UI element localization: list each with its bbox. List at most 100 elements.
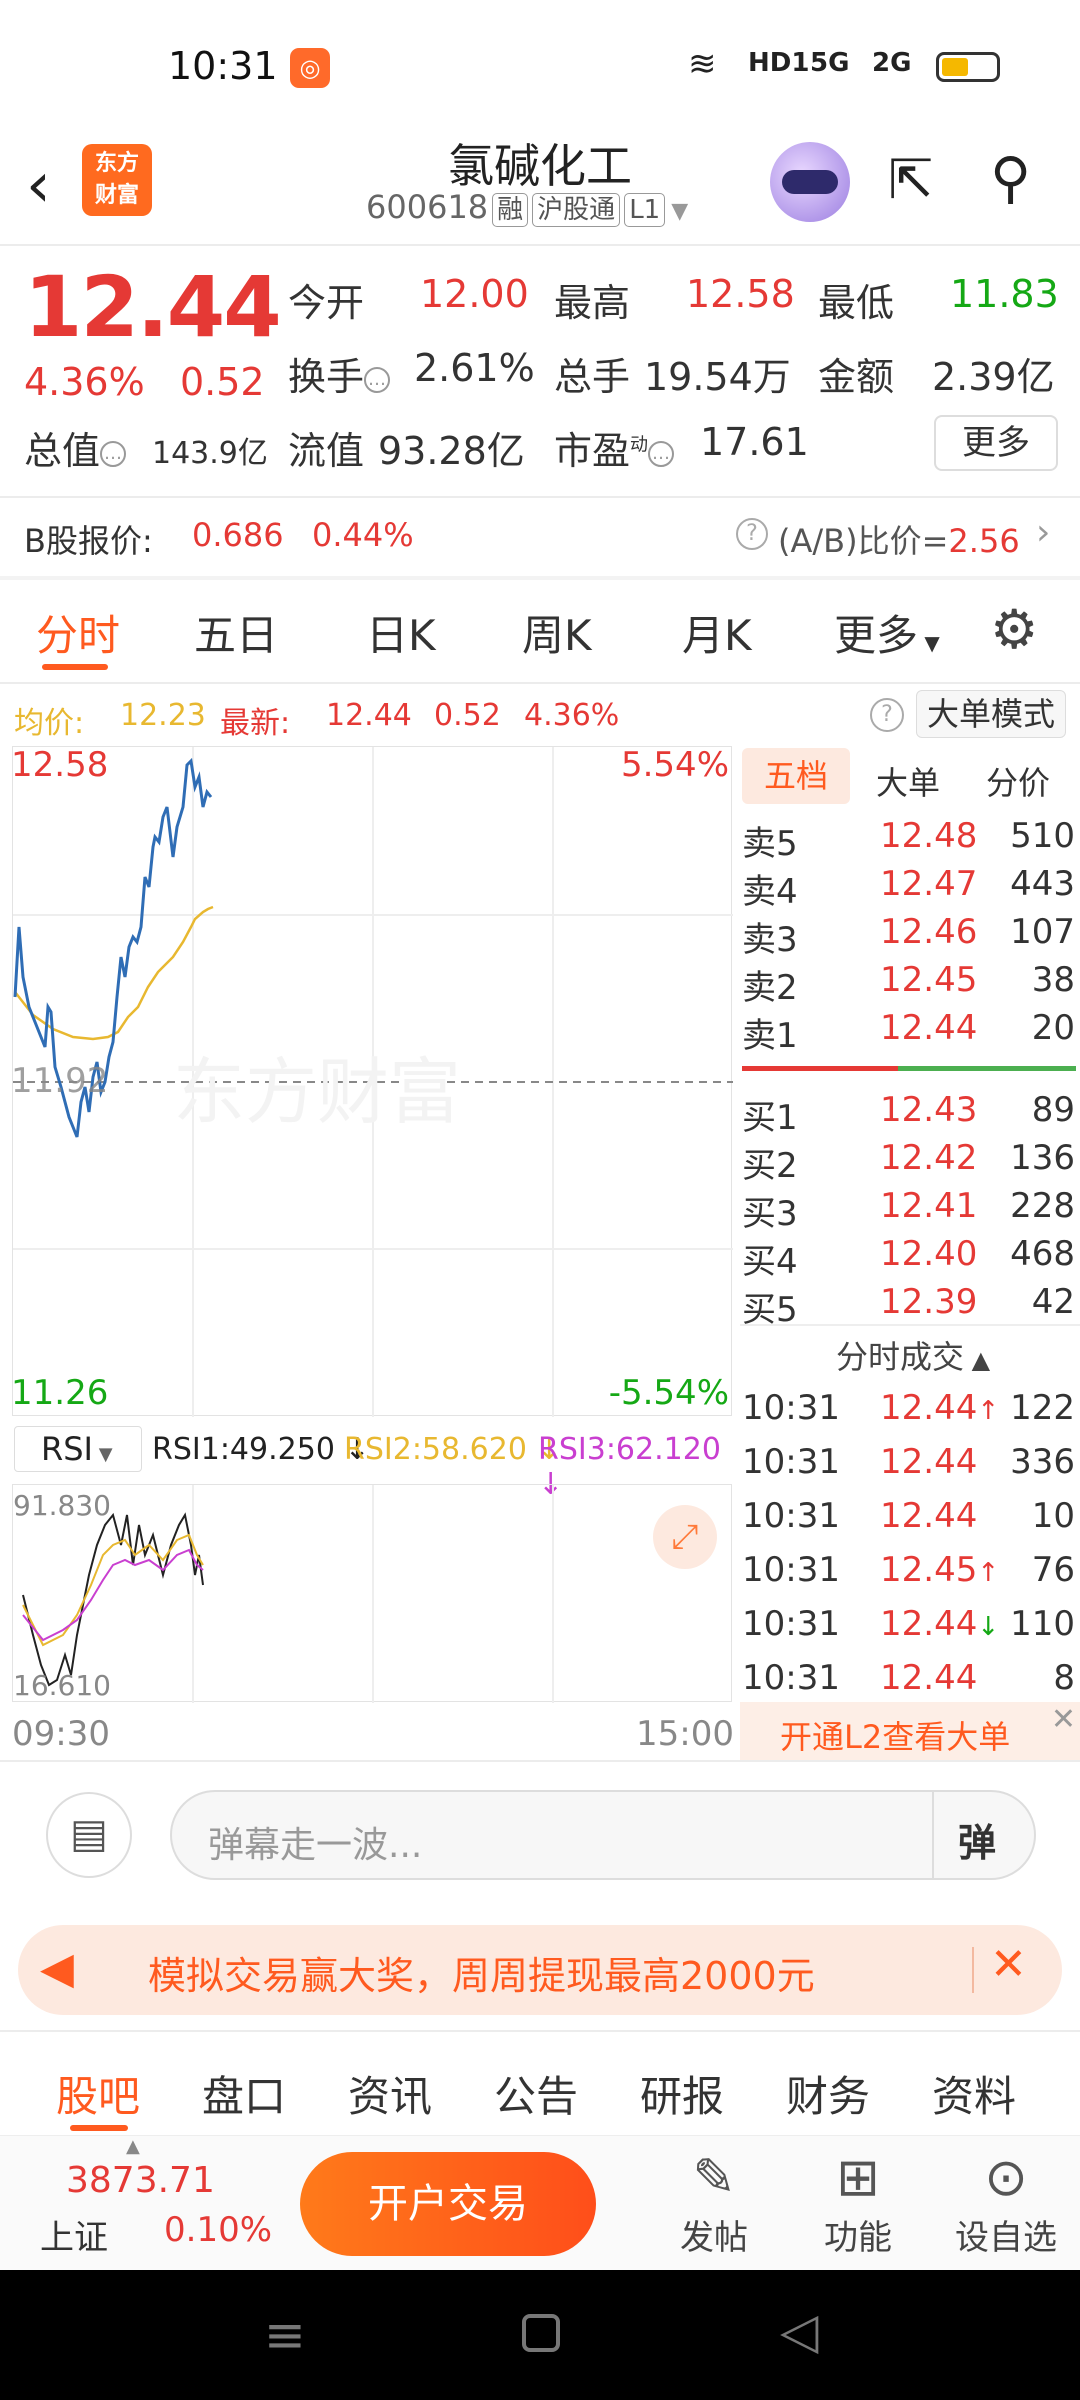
info-icon[interactable]: …: [364, 366, 391, 393]
rsi-chart[interactable]: 91.830 16.610 ⤢: [12, 1484, 732, 1703]
book-tab-five-levels[interactable]: 五档: [742, 748, 850, 804]
promo-banner-text: 模拟交易赢大奖，周周提现最高2000元: [148, 1954, 815, 1998]
question-icon[interactable]: ?: [870, 698, 904, 732]
bottom-action-bar: ▲ 3873.71 上证 0.10% 开户交易 ✎ 发帖 ⊞ 功能 ⊙ 设自选: [0, 2135, 1080, 2270]
more-button[interactable]: 更多: [934, 415, 1058, 471]
rsi-bar: RSI ▼ RSI1:49.250 ↓ RSI2:58.620 ↓ RSI3:6…: [12, 1420, 732, 1502]
index-pct: 0.10%: [164, 2210, 273, 2250]
eastmoney-logo[interactable]: 东方 财富: [82, 144, 152, 216]
rsi1-value: RSI1:49.250 ↓: [152, 1432, 370, 1467]
big-order-mode-button[interactable]: 大单模式: [916, 690, 1066, 738]
home-icon[interactable]: [522, 2314, 560, 2352]
bid-row: 买1 12.43 89: [742, 1090, 1075, 1138]
settings-gear-icon[interactable]: ⚙: [990, 598, 1038, 661]
promo-banner[interactable]: ◀ 模拟交易赢大奖，周周提现最高2000元 ✕: [18, 1925, 1062, 2015]
trade-row: 10:31 12.44 10: [742, 1496, 1075, 1536]
avg-price-bar: 均价: 12.23 最新: 12.44 0.52 4.36% ? 大单模式: [0, 690, 1080, 741]
index-name: 上证: [40, 2218, 108, 2258]
l2-promo-text: 开通L2查看大单: [780, 1718, 1011, 1756]
danmaku-input[interactable]: 弹幕走一波... 弹: [170, 1790, 1036, 1880]
ask-row: 卖4 12.47 443: [742, 864, 1075, 912]
rsi-chart-svg: [22, 1485, 554, 1703]
amount-label: 金额: [818, 355, 895, 399]
share-icon[interactable]: ⇱: [888, 148, 933, 211]
ab-ratio: (A/B)比价=2.56: [778, 522, 1020, 560]
tab-intraday[interactable]: 分时: [36, 602, 120, 663]
stock-code: 600618: [366, 188, 489, 226]
function-button[interactable]: ⊞ 功能: [808, 2146, 908, 2266]
tab-profile[interactable]: 资料: [932, 2063, 1016, 2124]
mktcap-label: 总值…: [24, 420, 127, 475]
trades-title[interactable]: 分时成交 ▲: [836, 1332, 990, 1378]
chevron-down-icon[interactable]: ▼: [671, 199, 688, 224]
tab-daily-k[interactable]: 日K: [366, 602, 436, 663]
b-share-bar[interactable]: B股报价: 0.686 0.44% ? (A/B)比价=2.56 ›: [0, 498, 1080, 576]
pe-value: 17.61: [700, 420, 809, 464]
tab-orderbook[interactable]: 盘口: [202, 2063, 286, 2124]
tab-financials[interactable]: 财务: [786, 2063, 870, 2124]
tab-announcements[interactable]: 公告: [494, 2063, 578, 2124]
close-icon[interactable]: ✕: [990, 1939, 1027, 1990]
chart-tabs: 分时 五日 日K 周K 月K 更多 ▼ ⚙: [0, 580, 1080, 680]
stock-header: 氯碱化工 ‹ 东方 财富 600618 融沪股通 L1 ▼ ⇱ ⚲: [0, 130, 1080, 245]
battery-icon: [936, 52, 1000, 82]
tab-more[interactable]: 更多 ▼: [834, 602, 940, 663]
low-value: 11.83: [950, 272, 1059, 316]
bid-row: 买2 12.42 136: [742, 1138, 1075, 1186]
volume-value: 19.54万: [644, 355, 791, 399]
rsi-bottom-label: 16.610: [13, 1669, 111, 1702]
tab-monthly-k[interactable]: 月K: [682, 602, 752, 663]
tab-forum[interactable]: 股吧: [56, 2063, 140, 2124]
tab-news[interactable]: 资讯: [348, 2063, 432, 2124]
b-share-price: 0.686: [192, 516, 284, 554]
open-label: 今开: [288, 281, 365, 325]
edit-icon: ✎: [692, 2148, 736, 2208]
info-icon[interactable]: …: [100, 440, 127, 467]
add-watchlist-button[interactable]: ⊙ 设自选: [948, 2146, 1064, 2266]
bid-row: 买5 12.39 42: [742, 1282, 1075, 1330]
close-icon[interactable]: ✕: [1051, 1702, 1076, 1737]
menu-icon[interactable]: ≡: [264, 2306, 306, 2364]
bid-row: 买3 12.41 228: [742, 1186, 1075, 1234]
tab-research[interactable]: 研报: [640, 2063, 724, 2124]
intraday-chart-svg: 东方财富: [13, 747, 733, 1417]
latest-change: 0.52: [434, 698, 501, 733]
rsi-selector[interactable]: RSI ▼: [14, 1426, 142, 1472]
b-share-label: B股报价:: [24, 522, 153, 560]
tab-5day[interactable]: 五日: [194, 602, 278, 663]
y-axis-high: 12.58: [11, 745, 109, 785]
trade-row: 10:31 12.44↓ 110: [742, 1604, 1075, 1644]
back-icon[interactable]: ‹: [26, 148, 51, 221]
stock-code-line: 600618 融沪股通 L1 ▼: [366, 188, 688, 227]
float-label: 流值: [288, 429, 365, 473]
2g-indicator: 2G: [872, 48, 912, 78]
app-notification-icon: ◎: [290, 48, 330, 88]
rsi2-value: RSI2:58.620 ↓: [344, 1432, 562, 1467]
search-icon[interactable]: ⚲: [990, 146, 1031, 211]
info-icon[interactable]: …: [648, 440, 675, 467]
open-account-trade-button[interactable]: 开户交易: [300, 2152, 596, 2256]
l2-promo[interactable]: 开通L2查看大单 ✕: [740, 1702, 1080, 1760]
tab-underline: [42, 664, 108, 670]
book-tab-price-dist[interactable]: 分价: [986, 758, 1050, 804]
ask-row: 卖2 12.45 38: [742, 960, 1075, 1008]
hd-indicator: HD1: [748, 48, 810, 78]
back-nav-icon[interactable]: ◁: [780, 2302, 818, 2360]
index-ticker[interactable]: ▲ 3873.71 上证 0.10%: [0, 2136, 280, 2271]
danmaku-toggle-button[interactable]: 弹: [958, 1812, 996, 1867]
grid-icon: ⊞: [836, 2148, 880, 2208]
danmaku-settings-icon[interactable]: ▤: [46, 1792, 132, 1878]
expand-icon[interactable]: ⤢: [653, 1505, 717, 1569]
assistant-robot-icon[interactable]: [770, 142, 850, 222]
turnover-label: 换手…: [288, 346, 391, 401]
high-label: 最高: [554, 281, 631, 325]
question-icon[interactable]: ?: [736, 518, 768, 550]
post-button[interactable]: ✎ 发帖: [664, 2146, 764, 2266]
order-book: 五档 大单 分价 卖5 12.48 510 卖4 12.47 443 卖3 12.46 10…: [740, 748, 1080, 1728]
book-tab-big-orders[interactable]: 大单: [876, 758, 940, 804]
more-dots-icon: ⊙: [984, 2148, 1028, 2208]
tab-weekly-k[interactable]: 周K: [522, 602, 592, 663]
connect-tag: 沪股通: [532, 193, 621, 227]
volume-label: 总手: [554, 355, 631, 399]
intraday-chart[interactable]: 东方财富 12.58 5.54% 11.92 11.26 -5.54%: [11, 745, 733, 1417]
